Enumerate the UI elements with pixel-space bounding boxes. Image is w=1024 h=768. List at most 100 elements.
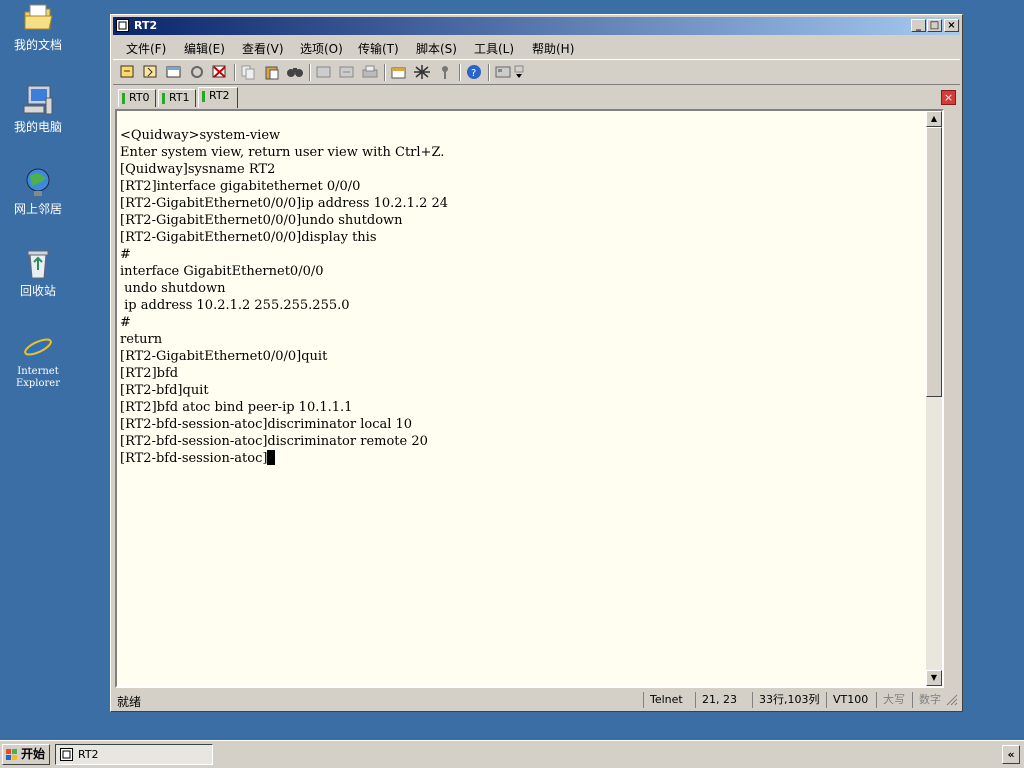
terminal-line: [RT2-GigabitEthernet0/0/0]quit — [120, 349, 328, 364]
scroll-thumb[interactable] — [926, 127, 942, 397]
tab-label: RT1 — [169, 91, 190, 104]
status-ready: 就绪 — [117, 695, 142, 709]
find-icon[interactable] — [286, 64, 304, 80]
terminal-line: return — [120, 332, 163, 347]
receive-icon[interactable] — [338, 64, 356, 80]
start-button[interactable]: 开始 — [2, 744, 50, 765]
network-icon — [22, 166, 54, 198]
ie-icon: e — [22, 330, 54, 366]
toolbar: ? — [113, 59, 960, 85]
copy-icon[interactable] — [240, 64, 258, 80]
status-protocol: Telnet — [643, 692, 693, 708]
desktop-icon-label: 我的文档 — [13, 38, 62, 52]
tab-label: RT2 — [209, 89, 230, 102]
desktop-icon-label: Internet Explorer — [15, 366, 61, 389]
keymap-icon[interactable] — [436, 64, 454, 80]
menu-options[interactable]: 选项(O) — [300, 40, 343, 57]
tab-status-marker — [162, 93, 165, 104]
terminal-view[interactable]: <Quidway>system-view Enter system view, r… — [115, 109, 944, 688]
minimize-button[interactable]: _ — [911, 19, 926, 32]
terminal-line: interface GigabitEthernet0/0/0 — [120, 264, 324, 279]
menu-help[interactable]: 帮助(H) — [532, 40, 574, 57]
window-titlebar[interactable]: RT2 _ □ × — [113, 17, 960, 35]
connect-icon[interactable] — [119, 64, 137, 80]
terminal-line: [RT2-bfd-session-atoc]discriminator remo… — [120, 434, 428, 449]
tab-rt2[interactable]: RT2 — [198, 87, 238, 108]
desktop-icon-internet-explorer[interactable]: e Internet Explorer — [6, 330, 70, 390]
terminal-line: [RT2-GigabitEthernet0/0/0]undo shutdown — [120, 213, 403, 228]
terminal-line: [RT2]interface gigabitethernet 0/0/0 — [120, 179, 361, 194]
menu-view[interactable]: 查看(V) — [242, 40, 284, 57]
desktop-icon-label: 网上邻居 — [13, 202, 62, 216]
menu-script[interactable]: 脚本(S) — [416, 40, 457, 57]
toolbar-dropdown-icon[interactable] — [514, 64, 524, 80]
tab-rt0[interactable]: RT0 — [118, 89, 156, 107]
taskbar: 开始 RT2 « — [0, 740, 1024, 768]
terminal-line: # — [120, 315, 131, 330]
tab-status-marker — [202, 91, 205, 102]
securecrt-window: RT2 _ □ × 文件(F) 编辑(E) 查看(V) 选项(O) 传输(T) … — [110, 14, 963, 712]
close-window-button[interactable]: × — [944, 19, 959, 32]
print-icon[interactable] — [361, 64, 379, 80]
menu-tools[interactable]: 工具(L) — [474, 40, 514, 57]
start-label: 开始 — [21, 747, 46, 761]
recycle-bin-icon — [22, 248, 54, 280]
folder-documents-icon — [22, 2, 54, 34]
session-options-icon[interactable] — [390, 64, 408, 80]
menu-edit[interactable]: 编辑(E) — [184, 40, 225, 57]
status-caps-lock: 大写 — [876, 692, 910, 708]
session-tabbar: RT0 RT1 RT2 × — [113, 87, 960, 109]
terminal-line: Enter system view, return user view with… — [120, 145, 445, 160]
close-tab-button[interactable]: × — [941, 90, 956, 105]
status-terminal-size: 33行,103列 — [752, 692, 824, 708]
status-num-lock: 数字 — [912, 692, 948, 708]
terminal-line: [RT2-bfd-session-atoc]discriminator loca… — [120, 417, 413, 432]
toolbar-separator — [459, 64, 461, 81]
menubar: 文件(F) 编辑(E) 查看(V) 选项(O) 传输(T) 脚本(S) 工具(L… — [113, 37, 960, 57]
statusbar: 就绪 Telnet 21, 23 33行,103列 VT100 大写 数字 — [113, 690, 960, 710]
scroll-down-button[interactable]: ▼ — [926, 670, 942, 686]
terminal-line: [RT2-bfd-session-atoc] — [120, 450, 448, 467]
taskbar-item-label: RT2 — [78, 748, 99, 761]
terminal-line: # — [120, 247, 131, 262]
connect-in-tab-icon[interactable] — [165, 64, 183, 80]
terminal-scrollbar[interactable]: ▲ ▼ — [926, 111, 942, 686]
tray-expand-button[interactable]: « — [1002, 745, 1020, 764]
window-title: RT2 — [134, 19, 158, 32]
terminal-line: [RT2-GigabitEthernet0/0/0]ip address 10.… — [120, 196, 449, 211]
tab-label: RT0 — [129, 91, 150, 104]
terminal-line: [RT2]bfd atoc bind peer-ip 10.1.1.1 — [120, 400, 353, 415]
status-cursor-position: 21, 23 — [695, 692, 750, 708]
windows-logo-icon — [6, 748, 18, 760]
global-options-icon[interactable] — [413, 64, 431, 80]
desktop-icon-label: 回收站 — [19, 284, 56, 298]
menu-file[interactable]: 文件(F) — [126, 40, 166, 57]
desktop-icon-my-computer[interactable]: 我的电脑 — [6, 84, 70, 134]
taskbar-item-rt2[interactable]: RT2 — [55, 744, 213, 765]
keypad-icon[interactable] — [494, 64, 512, 80]
app-icon — [116, 19, 129, 32]
maximize-button[interactable]: □ — [927, 19, 942, 32]
status-terminal-type: VT100 — [826, 692, 874, 708]
tab-rt1[interactable]: RT1 — [158, 89, 196, 107]
tab-status-marker — [122, 93, 125, 104]
reconnect-icon[interactable] — [188, 64, 206, 80]
paste-icon[interactable] — [263, 64, 281, 80]
desktop-icon-label: 我的电脑 — [13, 120, 62, 134]
scroll-up-button[interactable]: ▲ — [926, 111, 942, 127]
desktop-icon-my-documents[interactable]: 我的文档 — [6, 2, 70, 52]
svg-text:?: ? — [471, 68, 476, 79]
send-icon[interactable] — [315, 64, 333, 80]
toolbar-separator — [488, 64, 490, 81]
desktop-icon-network[interactable]: 网上邻居 — [6, 166, 70, 216]
disconnect-icon[interactable] — [211, 64, 229, 80]
terminal-line: [RT2-GigabitEthernet0/0/0]display this — [120, 230, 377, 245]
menu-transfer[interactable]: 传输(T) — [358, 40, 399, 57]
help-icon[interactable]: ? — [465, 64, 483, 80]
desktop-icon-recycle-bin[interactable]: 回收站 — [6, 248, 70, 298]
terminal-line: [Quidway]sysname RT2 — [120, 162, 276, 177]
terminal-line: <Quidway>system-view — [120, 128, 281, 143]
toolbar-separator — [384, 64, 386, 81]
quick-connect-icon[interactable] — [142, 64, 160, 80]
resize-grip-icon[interactable] — [946, 694, 958, 706]
